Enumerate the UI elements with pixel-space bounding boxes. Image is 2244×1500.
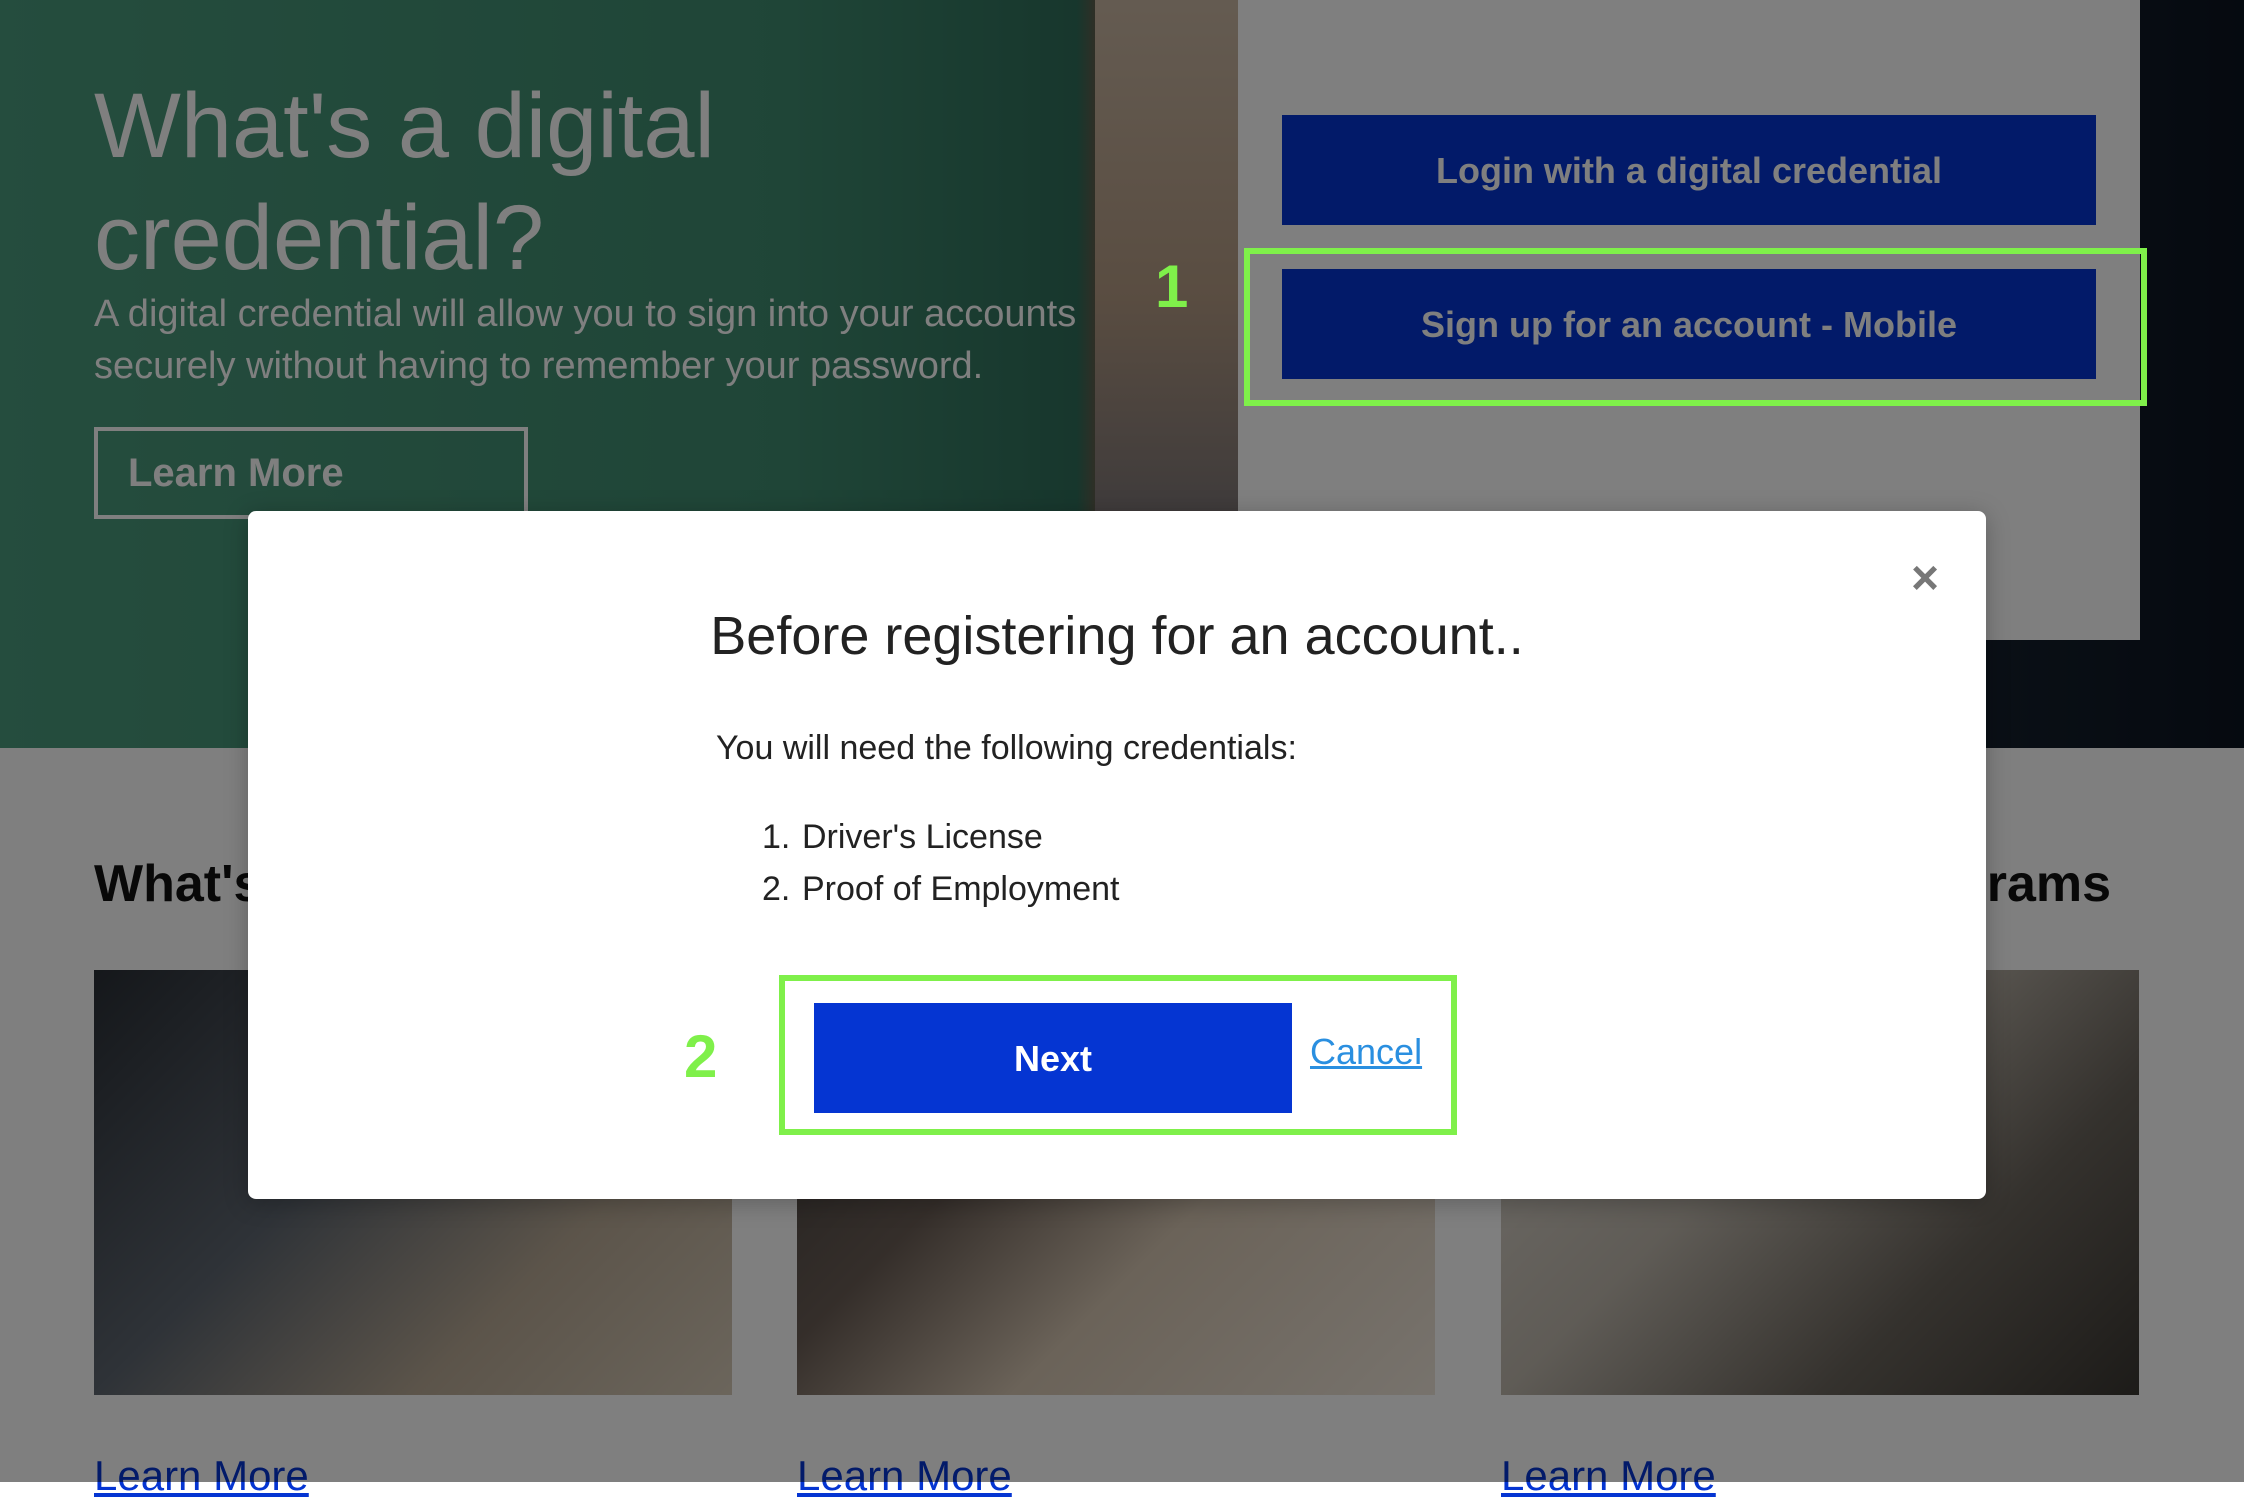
step-number-2: 2 (684, 1023, 718, 1090)
list-item: 1. Driver's License (762, 811, 1119, 863)
list-item: 2. Proof of Employment (762, 863, 1119, 915)
list-item-number: 1. (762, 818, 791, 856)
list-item-label: Proof of Employment (802, 870, 1120, 908)
step-number-1: 1 (1155, 253, 1189, 320)
credentials-list: 1. Driver's License 2. Proof of Employment (762, 811, 1119, 915)
modal-intro-text: You will need the following credentials: (716, 729, 1297, 767)
list-item-label: Driver's License (802, 818, 1043, 856)
list-item-number: 2. (762, 870, 791, 908)
modal-title: Before registering for an account.. (710, 606, 1524, 666)
close-icon[interactable]: × (1903, 555, 1947, 603)
highlight-box-step-1 (1244, 248, 2147, 406)
highlight-box-step-2 (779, 975, 1457, 1135)
